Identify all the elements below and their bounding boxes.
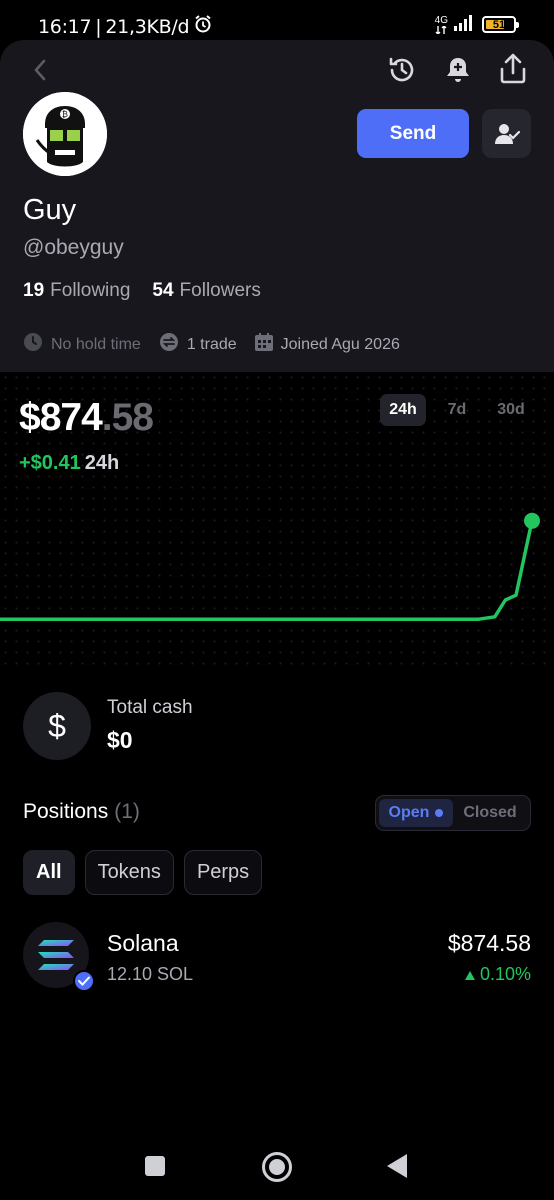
hold-time-item: No hold time <box>23 332 141 357</box>
chevron-left-icon[interactable] <box>26 52 54 88</box>
send-button[interactable]: Send <box>357 109 469 158</box>
token-amount: 12.10 SOL <box>107 964 194 984</box>
filter-perps[interactable]: Perps <box>183 850 263 895</box>
filter-all[interactable]: All <box>23 850 75 895</box>
dollar-icon: $ <box>23 692 91 760</box>
positions-title: Positions (1) <box>23 800 140 823</box>
chart-endpoint-dot <box>524 512 540 529</box>
avatar[interactable]: ₿ <box>23 92 107 176</box>
bell-plus-icon[interactable] <box>440 52 476 88</box>
history-icon[interactable] <box>384 52 420 88</box>
recents-icon[interactable] <box>145 1156 165 1176</box>
swap-icon <box>159 332 179 357</box>
closed-tab[interactable]: Closed <box>453 804 527 822</box>
top-toolbar <box>0 48 554 96</box>
follow-stats: 19 Following 54 Followers <box>23 280 261 302</box>
back-icon[interactable] <box>387 1154 407 1183</box>
status-separator: | <box>95 15 102 38</box>
svg-text:₿: ₿ <box>62 110 68 119</box>
range-selector: 24h 7d 30d <box>380 394 534 426</box>
position-row[interactable]: Solana 12.10 SOL $874.58 0.10% <box>23 922 531 992</box>
profile-name: Guy <box>23 194 77 226</box>
share-icon[interactable] <box>495 50 531 88</box>
filter-tokens[interactable]: Tokens <box>84 850 174 895</box>
portfolio-section: $874.58 +$0.41 24h 24h 7d 30d <box>0 372 554 672</box>
calendar-icon <box>254 333 273 356</box>
verified-badge-icon <box>73 970 95 992</box>
token-name: Solana <box>107 930 179 956</box>
status-bar: 16:17 | 21,3KB/d 4G 51 <box>0 0 554 44</box>
profile-meta: No hold time 1 trade Joined Agu 2026 <box>23 332 400 357</box>
followers-stat[interactable]: 54 Followers <box>152 280 260 302</box>
open-tab[interactable]: Open <box>379 799 453 827</box>
cash-value: $0 <box>107 727 133 753</box>
battery-level: 51 <box>492 18 506 31</box>
range-30d[interactable]: 30d <box>488 394 534 426</box>
trades-item: 1 trade <box>159 332 237 357</box>
portfolio-chart <box>0 512 540 621</box>
open-closed-toggle: Open Closed <box>375 795 531 831</box>
network-type: 4G <box>435 15 448 34</box>
profile-card: ₿ Send Guy @obeyguy 19 Following 54 Follow… <box>0 40 554 372</box>
signal-icon <box>454 13 476 36</box>
token-value: $874.58 <box>447 930 531 956</box>
following-stat[interactable]: 19 Following <box>23 280 130 302</box>
status-net-speed: 21,3KB/d <box>105 15 190 38</box>
triangle-up-icon <box>464 964 475 985</box>
chart-series-line <box>0 520 534 621</box>
profile-handle: @obeyguy <box>23 236 124 259</box>
alarm-icon <box>193 14 213 39</box>
position-filters: All Tokens Perps <box>23 850 263 895</box>
avatar-image: ₿ <box>23 92 107 176</box>
follow-user-icon[interactable] <box>482 109 531 158</box>
active-dot-icon <box>435 809 444 817</box>
status-left: 16:17 | 21,3KB/d <box>38 14 213 39</box>
joined-item: Joined Agu 2026 <box>254 333 400 356</box>
positions-count: (1) <box>114 800 140 823</box>
clock-icon <box>23 332 43 357</box>
portfolio-balance: $874.58 <box>19 396 154 439</box>
range-7d[interactable]: 7d <box>434 394 480 426</box>
battery-icon: 51 <box>482 16 519 33</box>
token-change: 0.10% <box>464 964 531 985</box>
home-icon[interactable] <box>262 1152 292 1182</box>
system-nav-bar <box>0 1130 554 1200</box>
range-24h[interactable]: 24h <box>380 394 426 426</box>
status-time: 16:17 <box>38 15 92 38</box>
cash-label: Total cash <box>107 697 193 718</box>
portfolio-change: +$0.41 24h <box>19 452 120 474</box>
status-right: 4G 51 <box>435 13 519 36</box>
